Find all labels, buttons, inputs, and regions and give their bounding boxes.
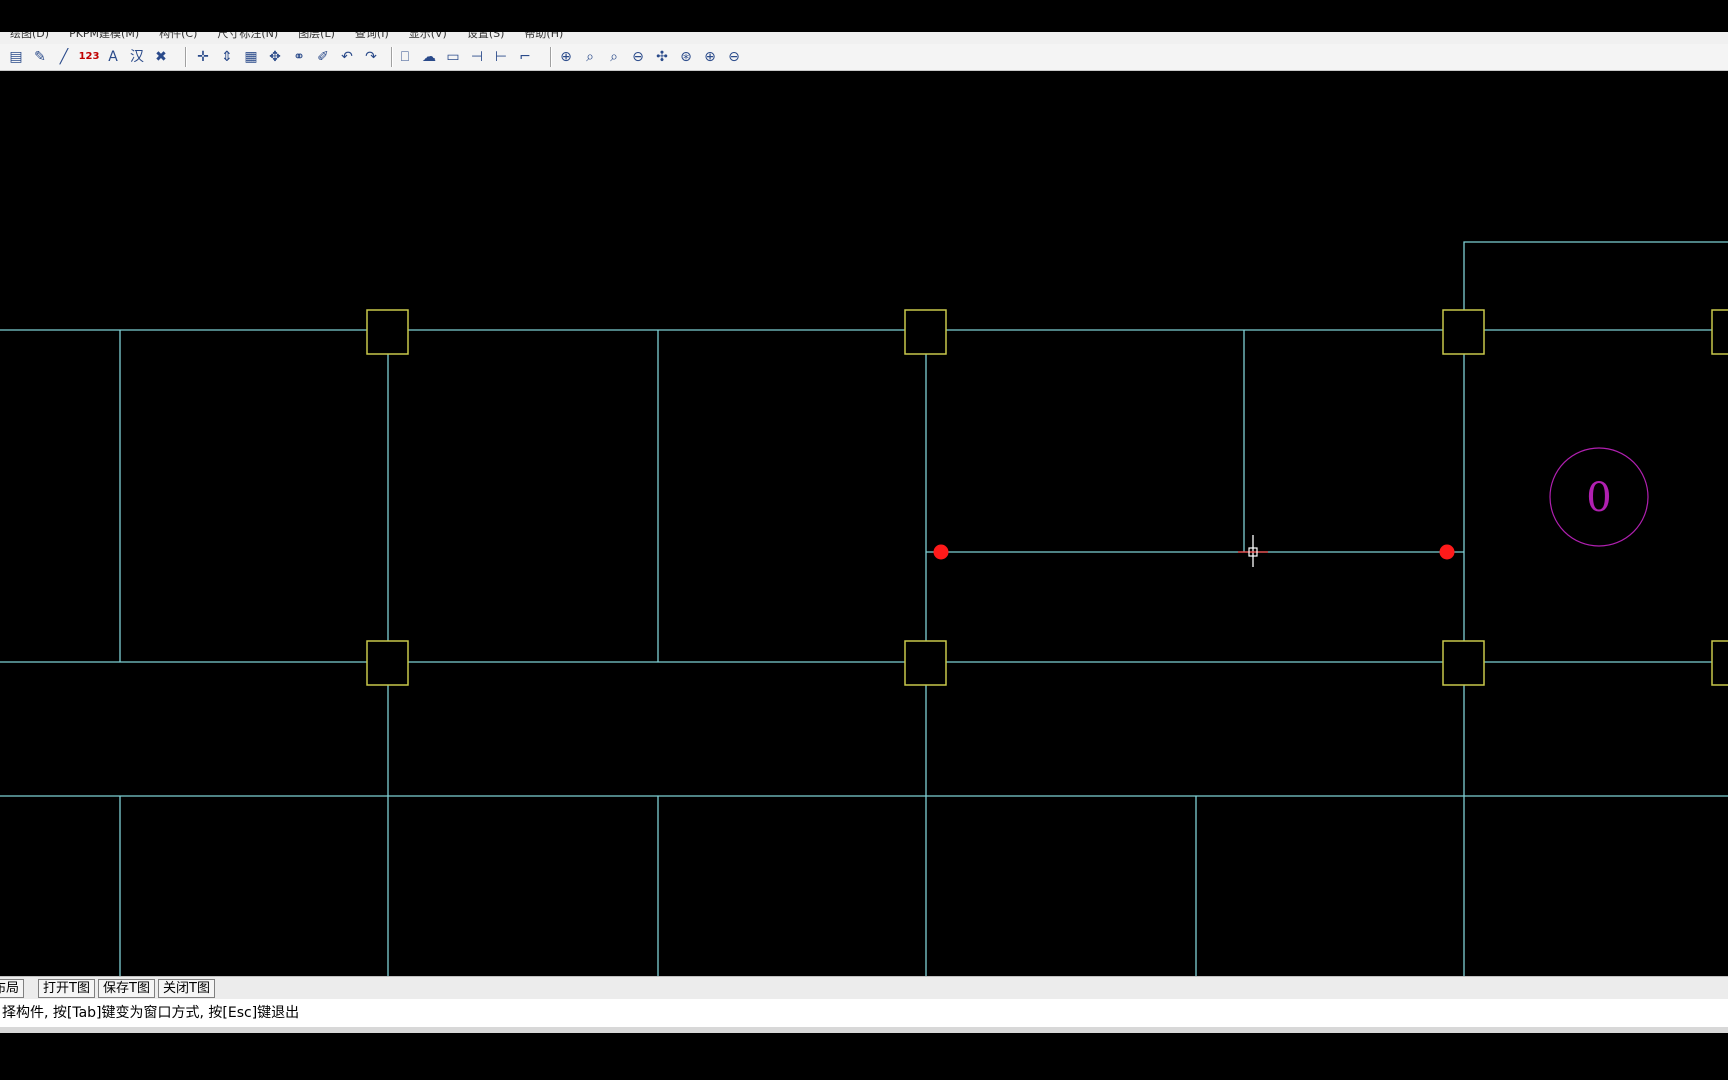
brush-icon[interactable]: ✎ xyxy=(30,47,50,67)
beam-top-right-return xyxy=(1463,241,1728,330)
trim-icon[interactable]: ⊣ xyxy=(467,47,487,67)
top-black-band xyxy=(0,0,1728,32)
axis-bubble: 0 xyxy=(1549,447,1649,547)
column[interactable] xyxy=(904,309,947,355)
layer-icon[interactable]: ▤ xyxy=(6,47,26,67)
zoom-out-icon[interactable]: ⊖ xyxy=(724,47,744,67)
axis-label: 0 xyxy=(1586,475,1611,521)
menu-item[interactable]: 绘图(D) xyxy=(0,32,59,40)
grip-start[interactable] xyxy=(933,544,949,560)
column[interactable] xyxy=(1442,309,1485,355)
menu-bar: 绘图(D) PKPM建模(M) 构件(C) 尺寸标注(N) 图层(L) 查询(I) 显示(V… xyxy=(0,32,1728,44)
zoom-extents-icon[interactable]: ⊖ xyxy=(628,47,648,67)
zoom-previous-icon[interactable]: ⌕ xyxy=(604,47,624,67)
extend-icon[interactable]: ⊢ xyxy=(491,47,511,67)
chinese-text-icon[interactable]: 汉 xyxy=(127,47,147,67)
move-vertical-icon[interactable]: ⇕ xyxy=(217,47,237,67)
toolbar-separator xyxy=(185,47,187,67)
tab-1[interactable]: 布局 xyxy=(0,979,25,998)
edit-icon[interactable]: ✐ xyxy=(313,47,333,67)
drawing-canvas[interactable]: 0 xyxy=(0,71,1728,976)
fillet-icon[interactable]: ⌐ xyxy=(515,47,535,67)
crosshair-cursor xyxy=(1238,535,1268,567)
pan-icon[interactable]: ✣ xyxy=(652,47,672,67)
number-text-icon[interactable]: 123 xyxy=(79,47,100,67)
drawing-tabs: 布局打开T图保存T图关闭T图 xyxy=(0,976,1728,999)
menu-item[interactable]: 尺寸标注(N) xyxy=(207,32,288,40)
column[interactable] xyxy=(1442,640,1485,686)
tab-2[interactable]: 打开T图 xyxy=(38,979,95,998)
rectangle-icon[interactable]: ▭ xyxy=(443,47,463,67)
menu-item[interactable]: 构件(C) xyxy=(149,32,207,40)
zoom-realtime-icon[interactable]: ⌕ xyxy=(580,47,600,67)
bottom-black-band xyxy=(0,1033,1728,1080)
grip-end[interactable] xyxy=(1439,544,1455,560)
menu-item[interactable]: 查询(I) xyxy=(345,32,399,40)
zoom-in-icon[interactable]: ⊕ xyxy=(700,47,720,67)
drawing-svg: 0 xyxy=(0,241,1728,976)
command-line[interactable]: 择构件, 按[Tab]键变为窗口方式, 按[Esc]键退出 xyxy=(0,999,1728,1027)
zoom-window-icon[interactable]: ⊕ xyxy=(556,47,576,67)
grid-icon[interactable]: ▦ xyxy=(241,47,261,67)
menu-item[interactable]: 显示(V) xyxy=(399,32,457,40)
toolbar-separator xyxy=(550,47,552,67)
undo-icon[interactable]: ↶ xyxy=(337,47,357,67)
column[interactable] xyxy=(366,640,409,686)
column[interactable] xyxy=(1711,309,1728,355)
tab-3[interactable]: 保存T图 xyxy=(98,979,155,998)
menu-item[interactable]: PKPM建模(M) xyxy=(59,32,149,40)
toolbar: ▤ ✎ ╱ 123 A 汉 ✖ ✛ ⇕ ▦ ✥ ⚭ ✐ ↶ ↷ ⎕ ☁ ▭ ⊣ ⊢ ⌐ ⊕ ⌕ ⌕ ⊖ ✣ ⊛ ⊕ ⊖ xyxy=(0,44,1728,71)
tab-4[interactable]: 关闭T图 xyxy=(158,979,215,998)
redo-icon[interactable]: ↷ xyxy=(361,47,381,67)
text-style-icon[interactable]: A xyxy=(103,47,123,67)
column[interactable] xyxy=(366,309,409,355)
column[interactable] xyxy=(1711,640,1728,686)
page-icon[interactable]: ⎕ xyxy=(395,47,415,67)
menu-item[interactable]: 图层(L) xyxy=(288,32,345,40)
zoom-all-icon[interactable]: ⊛ xyxy=(676,47,696,67)
erase-icon[interactable]: ✖ xyxy=(151,47,171,67)
columns xyxy=(366,309,1728,686)
line-icon[interactable]: ╱ xyxy=(54,47,74,67)
copy-icon[interactable]: ⚭ xyxy=(289,47,309,67)
menu-item[interactable]: 帮助(H) xyxy=(514,32,573,40)
move-icon[interactable]: ✥ xyxy=(265,47,285,67)
menu-item[interactable]: 设置(S) xyxy=(457,32,515,40)
toolbar-separator xyxy=(391,47,393,67)
snap-icon[interactable]: ✛ xyxy=(193,47,213,67)
cloud-icon[interactable]: ☁ xyxy=(419,47,439,67)
column[interactable] xyxy=(904,640,947,686)
command-prompt: 择构件, 按[Tab]键变为窗口方式, 按[Esc]键退出 xyxy=(2,1005,300,1021)
